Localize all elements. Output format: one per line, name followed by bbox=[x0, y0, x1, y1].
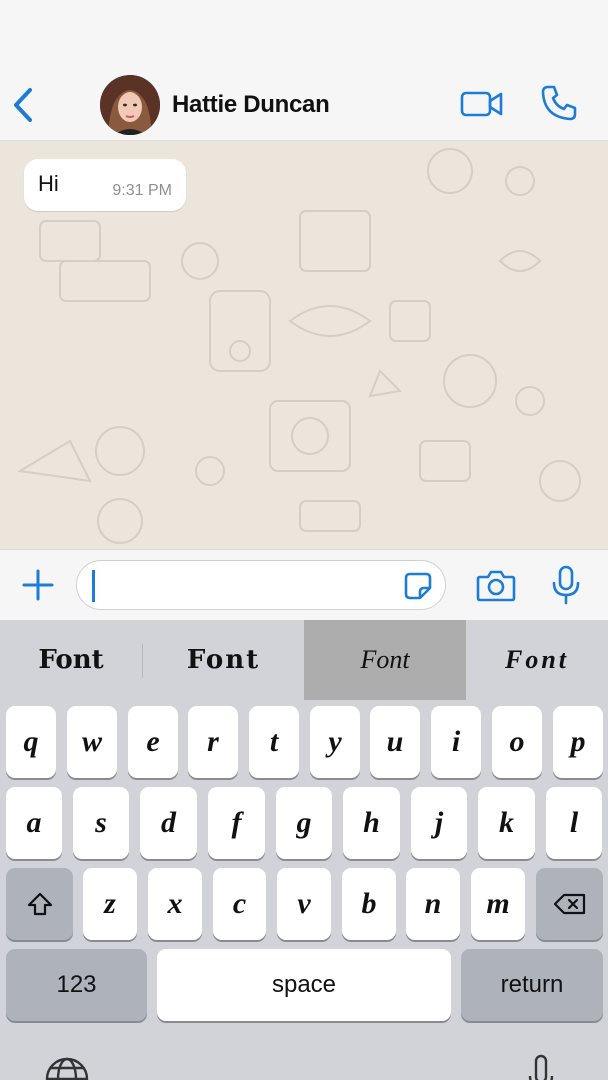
key-q[interactable]: q bbox=[6, 706, 56, 778]
chat-header: Hattie Duncan bbox=[0, 0, 608, 141]
sticker-icon[interactable] bbox=[403, 571, 433, 601]
key-t[interactable]: t bbox=[249, 706, 299, 778]
key-r[interactable]: r bbox=[188, 706, 238, 778]
key-u[interactable]: u bbox=[370, 706, 420, 778]
message-bubble[interactable]: Hi 9:31 PM bbox=[24, 159, 186, 211]
plus-icon[interactable] bbox=[20, 567, 56, 603]
font-suggestion-4[interactable]: Font bbox=[466, 620, 608, 700]
key-x[interactable]: x bbox=[148, 868, 202, 940]
numbers-key[interactable]: 123 bbox=[6, 949, 147, 1021]
key-i[interactable]: i bbox=[431, 706, 481, 778]
backspace-icon bbox=[553, 893, 585, 915]
space-key[interactable]: space bbox=[157, 949, 451, 1021]
message-input-bar bbox=[0, 549, 608, 620]
message-timestamp: 9:31 PM bbox=[112, 182, 172, 199]
key-o[interactable]: o bbox=[492, 706, 542, 778]
chevron-left-icon[interactable] bbox=[10, 85, 40, 125]
microphone-icon[interactable] bbox=[550, 564, 582, 606]
key-b[interactable]: b bbox=[342, 868, 396, 940]
key-e[interactable]: e bbox=[128, 706, 178, 778]
key-v[interactable]: v bbox=[277, 868, 331, 940]
key-p[interactable]: p bbox=[553, 706, 603, 778]
message-text: Hi bbox=[38, 171, 59, 196]
key-a[interactable]: a bbox=[6, 787, 62, 859]
dictation-mic-icon[interactable] bbox=[526, 1052, 556, 1080]
key-d[interactable]: d bbox=[140, 787, 197, 859]
key-k[interactable]: k bbox=[478, 787, 535, 859]
return-key[interactable]: return bbox=[461, 949, 603, 1021]
key-z[interactable]: z bbox=[83, 868, 137, 940]
key-g[interactable]: g bbox=[276, 787, 332, 859]
key-y[interactable]: y bbox=[310, 706, 360, 778]
key-s[interactable]: s bbox=[73, 787, 129, 859]
chat-area[interactable]: Hi 9:31 PM bbox=[0, 141, 608, 549]
shift-key[interactable] bbox=[6, 868, 73, 940]
contact-name[interactable]: Hattie Duncan bbox=[172, 91, 330, 119]
key-n[interactable]: n bbox=[406, 868, 460, 940]
avatar[interactable] bbox=[100, 75, 160, 135]
key-h[interactable]: h bbox=[343, 787, 400, 859]
globe-icon[interactable] bbox=[42, 1054, 92, 1080]
key-m[interactable]: m bbox=[471, 868, 525, 940]
key-l[interactable]: l bbox=[546, 787, 602, 859]
delete-key[interactable] bbox=[536, 868, 603, 940]
font-suggestion-bar: Font Font Font Font bbox=[0, 620, 608, 700]
key-f[interactable]: f bbox=[208, 787, 265, 859]
font-suggestion-2[interactable]: Font bbox=[143, 620, 304, 700]
keyboard: Font Font Font Font q w e r t y u i o p … bbox=[0, 620, 608, 1080]
text-caret bbox=[92, 570, 95, 602]
phone-icon[interactable] bbox=[540, 84, 578, 122]
key-c[interactable]: c bbox=[213, 868, 266, 940]
key-w[interactable]: w bbox=[67, 706, 117, 778]
video-camera-icon[interactable] bbox=[460, 88, 504, 120]
shift-icon bbox=[27, 892, 52, 916]
font-suggestion-1[interactable]: Font bbox=[0, 620, 142, 700]
key-j[interactable]: j bbox=[411, 787, 467, 859]
message-input[interactable] bbox=[76, 560, 446, 610]
font-suggestion-3[interactable]: Font bbox=[304, 620, 466, 700]
camera-icon[interactable] bbox=[476, 566, 516, 604]
